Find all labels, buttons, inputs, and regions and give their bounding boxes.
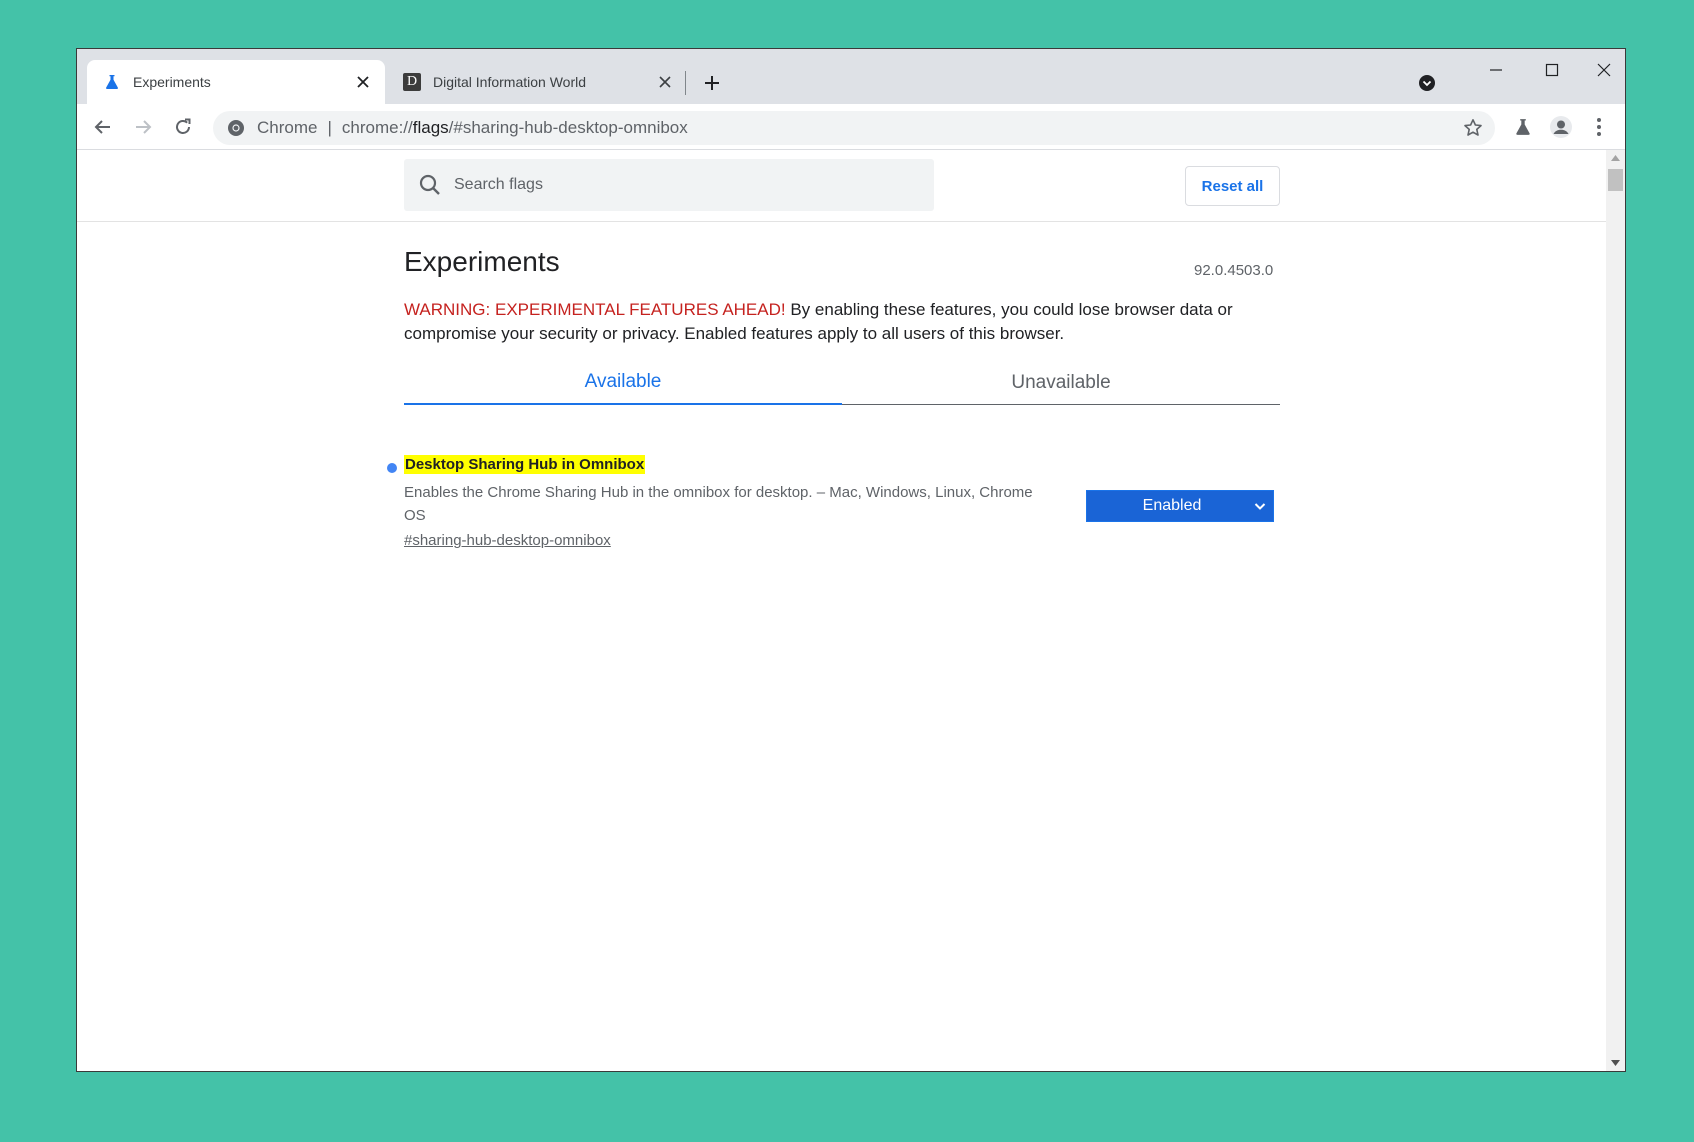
flags-page: Reset all Experiments 92.0.4503.0 WARNIN…: [77, 150, 1607, 1071]
vertical-scrollbar[interactable]: [1606, 150, 1625, 1071]
modified-indicator-dot: [387, 463, 397, 473]
flask-icon: [103, 73, 121, 91]
warning-text: WARNING: EXPERIMENTAL FEATURES AHEAD! By…: [404, 298, 1284, 346]
tab-digital-information-world[interactable]: D Digital Information World: [387, 60, 687, 104]
flag-state-select[interactable]: Enabled: [1086, 490, 1274, 522]
flag-state-value: Enabled: [1142, 497, 1202, 514]
tab-unavailable[interactable]: Unavailable: [842, 360, 1280, 405]
favicon-letter: D: [406, 74, 418, 89]
flag-tabs: Available Unavailable: [404, 360, 1280, 405]
flag-permalink[interactable]: #sharing-hub-desktop-omnibox: [404, 532, 611, 549]
address-bar[interactable]: Chrome | chrome://flags/#sharing-hub-des…: [213, 111, 1495, 145]
tab-experiments[interactable]: Experiments: [87, 60, 385, 104]
search-icon: [419, 174, 440, 195]
search-box: [404, 159, 934, 211]
scroll-down-arrow-icon[interactable]: [1606, 1055, 1625, 1071]
flags-header: Reset all: [77, 150, 1607, 222]
browser-window: Experiments D Digital Information World: [76, 48, 1626, 1072]
tab-search-icon[interactable]: [1415, 71, 1439, 95]
flag-name: Desktop Sharing Hub in Omnibox: [404, 455, 646, 474]
chrome-logo-icon: [227, 119, 245, 137]
tab-separator: [685, 71, 686, 95]
reload-icon[interactable]: [169, 113, 197, 141]
scheme-label: Chrome: [257, 118, 318, 137]
version-label: 92.0.4503.0: [1194, 262, 1274, 279]
scroll-up-arrow-icon[interactable]: [1606, 150, 1625, 166]
d-favicon-icon: D: [403, 73, 421, 91]
bookmark-star-icon[interactable]: [1463, 118, 1483, 138]
warning-heading: WARNING: EXPERIMENTAL FEATURES AHEAD!: [404, 300, 786, 319]
tab-title: Digital Information World: [433, 74, 587, 90]
new-tab-icon[interactable]: [700, 71, 724, 95]
labs-flask-icon[interactable]: [1511, 115, 1535, 139]
forward-icon[interactable]: [129, 113, 157, 141]
close-window-icon[interactable]: [1581, 55, 1625, 85]
minimize-icon[interactable]: [1473, 55, 1519, 85]
toolbar: Chrome | chrome://flags/#sharing-hub-des…: [77, 104, 1625, 150]
maximize-icon[interactable]: [1529, 55, 1575, 85]
page-title: Experiments: [404, 246, 560, 277]
flag-description: Enables the Chrome Sharing Hub in the om…: [404, 484, 1033, 524]
chevron-down-icon: [1254, 503, 1266, 510]
tab-title: Experiments: [133, 74, 211, 90]
url-host: flags: [412, 118, 449, 137]
close-tab-icon[interactable]: [353, 72, 373, 92]
search-flags-input[interactable]: [452, 175, 876, 195]
more-menu-icon[interactable]: [1587, 115, 1611, 139]
reset-all-button[interactable]: Reset all: [1185, 166, 1280, 206]
omnibox-divider: |: [327, 118, 332, 137]
url-rest: /#sharing-hub-desktop-omnibox: [448, 118, 688, 137]
tab-available[interactable]: Available: [404, 360, 842, 405]
back-icon[interactable]: [89, 113, 117, 141]
tab-strip: Experiments D Digital Information World: [77, 49, 1625, 104]
scrollbar-thumb[interactable]: [1608, 169, 1623, 191]
url-prefix: chrome://: [341, 118, 413, 137]
close-tab-icon[interactable]: [655, 72, 675, 92]
profile-avatar-icon[interactable]: [1549, 115, 1573, 139]
